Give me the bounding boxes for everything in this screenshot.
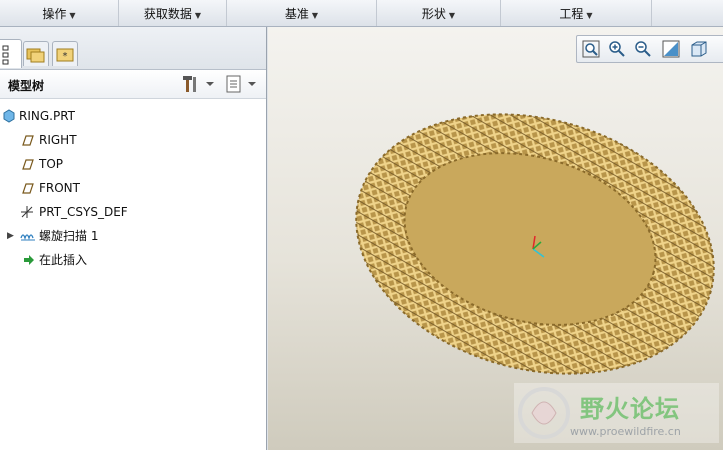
chevron-down-icon: ▼ — [69, 11, 76, 20]
tree-item-helical-sweep[interactable]: ▶ 螺旋扫描 1 — [0, 225, 266, 247]
tree-item-label: RING.PRT — [19, 109, 75, 123]
navigator-tabs: * — [0, 27, 266, 70]
tree-item-csys[interactable]: PRT_CSYS_DEF — [0, 201, 266, 223]
watermark-logo: 野火论坛 www.proewildfire.cn — [514, 383, 719, 443]
tree-item-front[interactable]: FRONT — [0, 177, 266, 199]
tree-item-label: 在此插入 — [39, 253, 88, 267]
list-document-icon — [226, 75, 256, 93]
tree-item-label: PRT_CSYS_DEF — [39, 205, 128, 219]
chevron-down-icon: ▼ — [311, 11, 319, 20]
tree-item-right[interactable]: RIGHT — [0, 129, 266, 151]
ribbon-group-label: 基准 — [284, 7, 309, 21]
tree-item-label: TOP — [39, 157, 64, 171]
ribbon-group-label: 工程 — [559, 7, 584, 21]
ribbon-group-bar: 操作 ▼ 获取数据 ▼ 基准 ▼ 形状 ▼ 工程 ▼ — [0, 0, 723, 27]
datum-plane-icon — [22, 183, 34, 194]
datum-plane-icon — [22, 135, 34, 146]
tree-item-label: 螺旋扫描 1 — [39, 229, 99, 243]
ribbon-group-label: 获取数据 — [143, 7, 192, 21]
tree-item-label: FRONT — [39, 181, 80, 195]
ribbon-group-operations[interactable]: 操作 ▼ — [0, 0, 119, 26]
insert-here-arrow-icon — [24, 255, 34, 265]
svg-text:*: * — [63, 51, 68, 62]
tab-model-tree[interactable] — [0, 39, 22, 68]
watermark-url: www.proewildfire.cn — [570, 425, 681, 438]
chevron-down-icon: ▼ — [448, 11, 456, 20]
tools-icon — [183, 76, 214, 92]
ribbon-group-label: 形状 — [421, 7, 446, 21]
tree-show-button[interactable] — [224, 74, 260, 94]
tree-item-insert-here[interactable]: 在此插入 — [0, 249, 266, 271]
watermark-title: 野火论坛 — [580, 395, 680, 423]
helical-sweep-icon — [20, 234, 35, 241]
chevron-down-icon: ▼ — [194, 11, 202, 20]
folders-icon — [26, 48, 45, 63]
model-tree-title: 模型树 — [8, 79, 45, 93]
expand-arrow-icon[interactable]: ▶ — [7, 225, 14, 247]
datum-plane-icon — [22, 159, 34, 170]
tree-settings-button[interactable] — [182, 74, 218, 94]
tree-item-ring-prt[interactable]: RING.PRT — [0, 105, 266, 127]
model-tree-header: 模型树 — [0, 70, 266, 99]
favorites-folder-icon: * — [56, 48, 74, 62]
tab-folder-browser[interactable] — [23, 41, 49, 66]
part-icon — [3, 109, 15, 123]
ribbon-group-datum[interactable]: 基准 ▼ — [227, 0, 377, 26]
navigator-panel: * 模型树 RING.PRT RIGHT TOP FRONT PRT_CSYS_… — [0, 27, 267, 450]
tree-item-label: RIGHT — [39, 133, 77, 147]
tree-item-top[interactable]: TOP — [0, 153, 266, 175]
graphics-viewport[interactable]: 野火论坛 www.proewildfire.cn — [268, 27, 723, 450]
ribbon-group-empty — [652, 0, 723, 26]
ribbon-group-label: 操作 — [42, 7, 67, 21]
model-tree-icon — [2, 45, 9, 65]
ribbon-group-shapes[interactable]: 形状 ▼ — [377, 0, 501, 26]
csys-icon — [21, 206, 33, 218]
chevron-down-icon: ▼ — [586, 11, 593, 20]
tab-favorites[interactable]: * — [52, 41, 78, 66]
ribbon-group-engineering[interactable]: 工程 ▼ — [501, 0, 652, 26]
ribbon-group-get-data[interactable]: 获取数据 ▼ — [119, 0, 227, 26]
